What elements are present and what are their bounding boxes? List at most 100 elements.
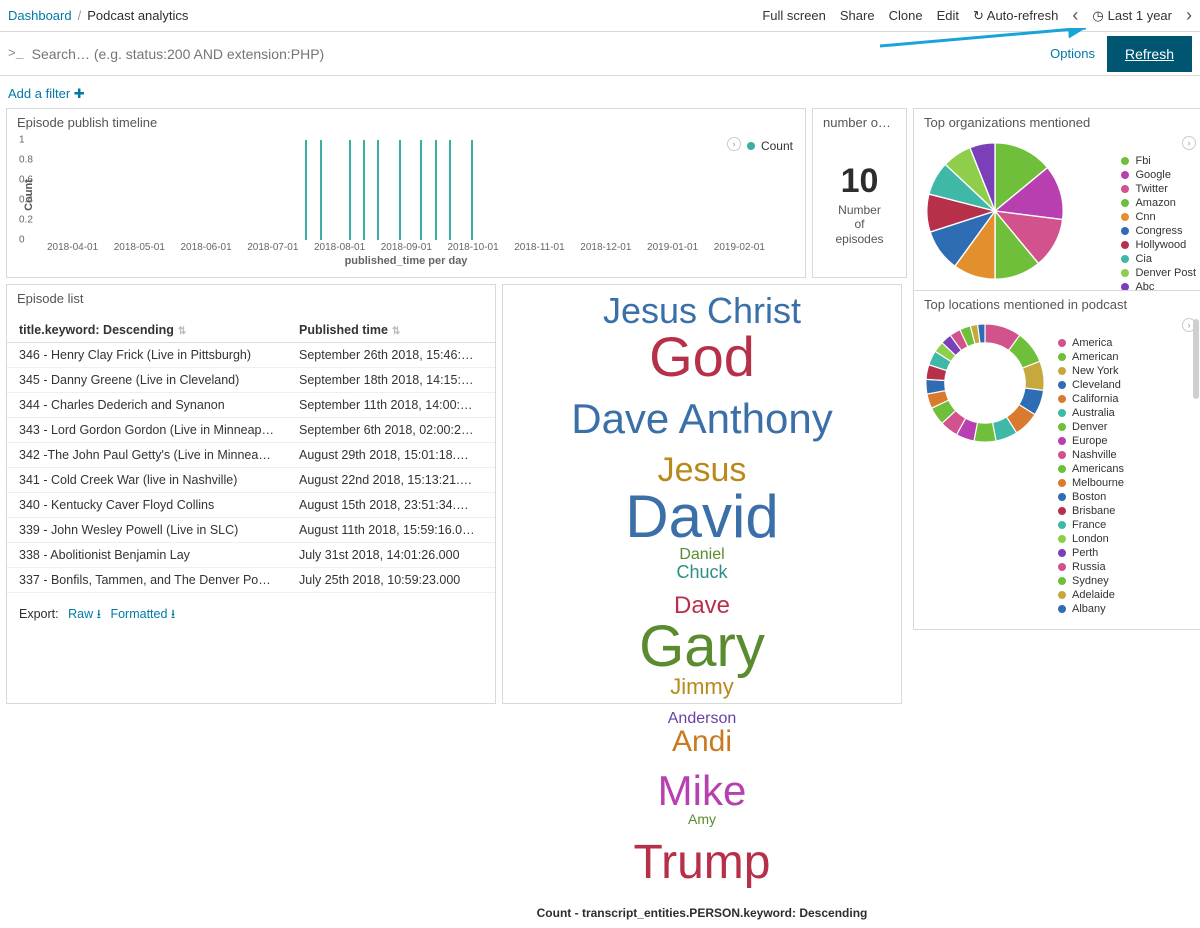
legend-label: Cnn (1135, 211, 1155, 223)
panel-title: Episode list (7, 285, 495, 308)
legend-item[interactable]: American (1058, 350, 1196, 364)
legend-item[interactable]: New York (1058, 364, 1196, 378)
legend-item[interactable]: Albany (1058, 602, 1196, 616)
timeline-chart: 00.20.40.60.81 (47, 140, 765, 240)
keyword-term[interactable]: Jesus (652, 453, 753, 487)
keyword-term[interactable]: Daniel (673, 547, 730, 563)
legend-label: America (1072, 337, 1112, 349)
legend-item[interactable]: Australia (1058, 406, 1196, 420)
legend-label: Brisbane (1072, 505, 1115, 517)
legend-dot-icon (1058, 493, 1066, 501)
export-formatted-link[interactable]: Formatted ⭳ (110, 607, 175, 621)
scrollbar-thumb[interactable] (1193, 319, 1199, 399)
breadcrumb-current: Podcast analytics (87, 8, 188, 23)
add-filter-button[interactable]: Add a filter ✚ (8, 86, 85, 101)
legend-item[interactable]: Denver Post (1121, 266, 1196, 280)
legend-item[interactable]: France (1058, 518, 1196, 532)
export-label: Export: (19, 607, 59, 621)
legend-item[interactable]: Europe (1058, 434, 1196, 448)
legend-item[interactable]: Google (1121, 168, 1196, 182)
table-row[interactable]: 340 - Kentucky Caver Floyd CollinsAugust… (7, 493, 495, 518)
legend-item[interactable]: California (1058, 392, 1196, 406)
keyword-term[interactable]: Anderson (662, 711, 743, 727)
legend-toggle-icon[interactable]: › (1182, 136, 1196, 150)
legend-label: Cleveland (1072, 379, 1121, 391)
legend-item[interactable]: Hollywood (1121, 238, 1196, 252)
legend-item[interactable]: Boston (1058, 490, 1196, 504)
legend-dot-icon (1058, 367, 1066, 375)
table-row[interactable]: 343 - Lord Gordon Gordon (Live in Minnea… (7, 418, 495, 443)
table-row[interactable]: 344 - Charles Dederich and SynanonSeptem… (7, 393, 495, 418)
keyword-term[interactable]: David (619, 487, 784, 547)
legend-label: Google (1135, 169, 1170, 181)
legend-item[interactable]: Russia (1058, 560, 1196, 574)
keyword-term[interactable]: Gary (633, 618, 771, 676)
legend-label: Australia (1072, 407, 1115, 419)
table-row[interactable]: 342 -The John Paul Getty's (Live in Minn… (7, 443, 495, 468)
legend-item[interactable]: Cia (1121, 252, 1196, 266)
time-range-picker[interactable]: ◷ Last 1 year (1092, 8, 1172, 24)
legend-item[interactable]: Perth (1058, 546, 1196, 560)
search-input[interactable] (32, 46, 1051, 62)
keyword-term[interactable]: Jesus Christ (597, 293, 807, 329)
cell-published: September 6th 2018, 02:00:22.000 (287, 418, 487, 442)
table-row[interactable]: 345 - Danny Greene (Live in Cleveland)Se… (7, 368, 495, 393)
refresh-button[interactable]: Refresh (1107, 36, 1192, 72)
share-button[interactable]: Share (840, 8, 875, 23)
table-row[interactable]: 341 - Cold Creek War (live in Nashville)… (7, 468, 495, 493)
legend-item[interactable]: Melbourne (1058, 476, 1196, 490)
export-raw-link[interactable]: Raw ⭳ (68, 607, 101, 621)
legend-item[interactable]: Nashville (1058, 448, 1196, 462)
legend-dot-icon (1121, 171, 1129, 179)
breadcrumb-root[interactable]: Dashboard (8, 8, 72, 23)
column-header-title[interactable]: title.keyword: Descending⇅ (7, 318, 287, 342)
legend-label: Russia (1072, 561, 1106, 573)
time-prev-icon[interactable]: ‹ (1072, 5, 1078, 26)
keyword-term[interactable]: Mike (652, 770, 753, 812)
keyword-term[interactable]: Amy (682, 812, 722, 826)
cell-title: 346 - Henry Clay Frick (Live in Pittsbur… (7, 343, 287, 367)
legend-label: Albany (1072, 603, 1106, 615)
export-raw-label: Raw (68, 607, 93, 621)
panel-keywords: Keywords Jesus ChristGodDave AnthonyJesu… (502, 284, 902, 704)
keyword-term[interactable]: God (643, 329, 761, 385)
legend-item[interactable]: Cleveland (1058, 378, 1196, 392)
legend-item[interactable]: America (1058, 336, 1196, 350)
table-row[interactable]: 337 - Bonfils, Tammen, and The Denver Po… (7, 568, 495, 593)
keyword-term[interactable]: Chuck (670, 563, 733, 581)
legend-item[interactable]: Brisbane (1058, 504, 1196, 518)
legend-label: Fbi (1135, 155, 1150, 167)
clone-button[interactable]: Clone (889, 8, 923, 23)
table-row[interactable]: 346 - Henry Clay Frick (Live in Pittsbur… (7, 343, 495, 368)
legend-item[interactable]: Twitter (1121, 182, 1196, 196)
legend-label: Hollywood (1135, 239, 1186, 251)
legend-item[interactable]: Adelaide (1058, 588, 1196, 602)
table-row[interactable]: 338 - Abolitionist Benjamin LayJuly 31st… (7, 543, 495, 568)
legend-item[interactable]: Fbi (1121, 154, 1196, 168)
legend-dot-icon (1058, 381, 1066, 389)
legend-item[interactable]: Americans (1058, 462, 1196, 476)
search-options-link[interactable]: Options (1050, 46, 1095, 61)
table-row[interactable]: 339 - John Wesley Powell (Live in SLC)Au… (7, 518, 495, 543)
legend-label: Denver (1072, 421, 1107, 433)
legend-label: California (1072, 393, 1118, 405)
legend-item[interactable]: Sydney (1058, 574, 1196, 588)
legend-item[interactable]: London (1058, 532, 1196, 546)
x-axis-ticks: 2018-04-012018-05-012018-06-012018-07-01… (47, 242, 765, 253)
fullscreen-button[interactable]: Full screen (762, 8, 826, 23)
legend-dot-icon (1058, 451, 1066, 459)
time-next-icon[interactable]: › (1186, 5, 1192, 26)
keyword-term[interactable]: Dave Anthony (565, 398, 839, 440)
legend-item[interactable]: Denver (1058, 420, 1196, 434)
column-header-published[interactable]: Published time⇅ (287, 318, 487, 342)
cell-title: 343 - Lord Gordon Gordon (Live in Minnea… (7, 418, 287, 442)
keyword-term[interactable]: Andi (666, 727, 738, 757)
legend-dot-icon (1121, 213, 1129, 221)
keyword-term[interactable]: Jimmy (664, 676, 740, 698)
legend-item[interactable]: Congress (1121, 224, 1196, 238)
legend-item[interactable]: Cnn (1121, 210, 1196, 224)
auto-refresh-button[interactable]: ↻ Auto-refresh (973, 8, 1058, 24)
legend-item[interactable]: Amazon (1121, 196, 1196, 210)
edit-button[interactable]: Edit (937, 8, 959, 23)
keyword-term[interactable]: Trump (628, 839, 777, 887)
